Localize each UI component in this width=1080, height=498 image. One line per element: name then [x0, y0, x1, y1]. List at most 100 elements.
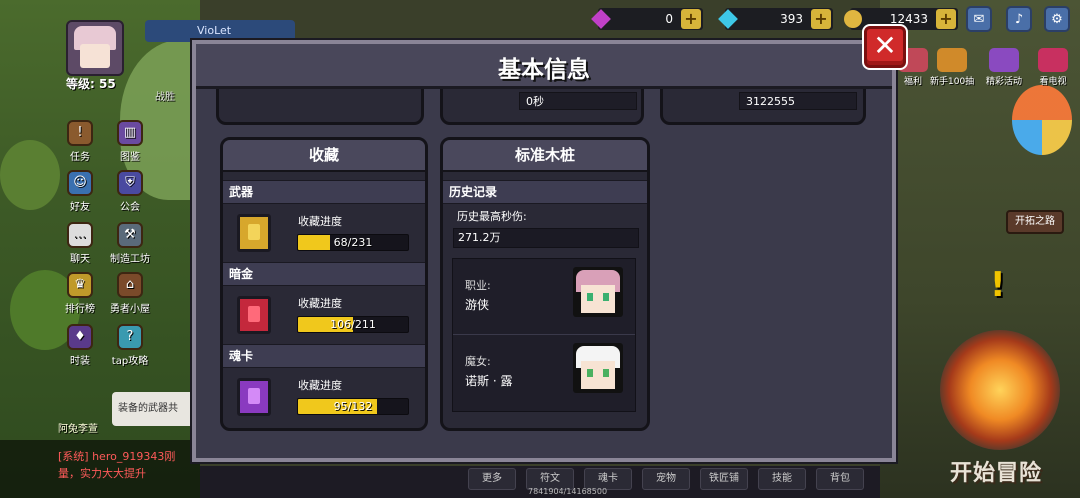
player-name: VioLet [145, 20, 295, 42]
sound-icon[interactable]: ♪ [1006, 6, 1032, 32]
ranger-portrait [573, 267, 623, 317]
exp-text: 7841904/14168500 [528, 487, 608, 496]
tab-backpack[interactable]: 背包 [816, 468, 864, 490]
add-gold-button[interactable]: + [936, 9, 956, 29]
portrait-eye [603, 369, 609, 377]
diamond-counter: 393 + [718, 8, 833, 30]
gold-value: 12433 [889, 12, 928, 26]
weapon-book-icon [237, 214, 271, 252]
newbie-draw-button[interactable]: 新手100抽 [930, 48, 974, 87]
section-weapons: 武器 [223, 180, 425, 204]
witch-row: 魔女: 诺斯 · 露 [453, 334, 635, 410]
max-dps-value: 271.2万 [453, 228, 639, 248]
events-button[interactable]: 精彩活动 [986, 48, 1022, 87]
max-dps-label: 历史最高秒伤: [457, 210, 527, 223]
progress-bar: 68/231 [297, 234, 409, 251]
diamond-value: 393 [780, 12, 803, 26]
chat-line: [系统] hero_919343刚 [58, 450, 176, 463]
progress-text: 68/231 [333, 236, 373, 249]
dialog-header: 基本信息 [196, 44, 892, 89]
progress-text: 106/211 [330, 318, 376, 331]
player-avatar[interactable] [66, 20, 124, 76]
pioneer-road-button[interactable]: 开拓之路 [1006, 210, 1064, 234]
dialog-body[interactable]: 0秒 3122555 收藏 武器 收藏进度 68/231 暗金 收藏进度 106… [196, 89, 892, 458]
guild-icon: ⛨ [117, 170, 143, 196]
training-dummy-panel: 标准木桩 历史记录 历史最高秒伤: 271.2万 职业: 游侠 魔女: 诺斯 ·… [440, 137, 650, 431]
menu-codex[interactable]: ▥ 图鉴 [112, 120, 148, 163]
book-emblem [248, 306, 260, 322]
tv-button[interactable]: 看电视 [1038, 48, 1068, 87]
victory-label: 战胜 [155, 92, 175, 103]
workshop-icon: ⚒ [117, 222, 143, 248]
progress-label: 收藏进度 [298, 379, 342, 392]
tree [0, 140, 60, 210]
purple-gem-counter: 0 + [591, 8, 703, 30]
tab-skills[interactable]: 技能 [758, 468, 806, 490]
collection-title: 收藏 [223, 140, 425, 172]
progress-label: 收藏进度 [298, 297, 342, 310]
close-button[interactable]: ✕ [864, 26, 906, 68]
settings-icon[interactable]: ⚙ [1044, 6, 1070, 32]
soul-cards-row[interactable]: 收藏进度 95/132 [223, 368, 425, 426]
gold-coin-icon [844, 10, 862, 28]
balloon [1012, 85, 1072, 155]
menu-guide[interactable]: ? tap攻略 [106, 324, 154, 367]
weapons-row[interactable]: 收藏进度 68/231 [223, 204, 425, 262]
adventure-portal[interactable] [940, 330, 1060, 450]
info-panel-top [216, 89, 424, 125]
class-row: 职业: 游侠 [453, 259, 635, 334]
quest-tip[interactable]: 装备的武器共 [112, 392, 196, 426]
number-field: 3122555 [739, 92, 857, 110]
chat-icon: … [67, 222, 93, 248]
dark-gold-row[interactable]: 收藏进度 106/211 [223, 286, 425, 344]
menu-house[interactable]: ⌂ 勇者小屋 [104, 272, 156, 315]
add-purple-gem-button[interactable]: + [681, 9, 701, 29]
progress-text: 95/132 [333, 400, 373, 413]
collection-panel: 收藏 武器 收藏进度 68/231 暗金 收藏进度 106/211 魂卡 收藏进… [220, 137, 428, 431]
progress-bar: 95/132 [297, 398, 409, 415]
book-emblem [248, 224, 260, 240]
chest-icon [937, 48, 968, 72]
add-diamond-button[interactable]: + [811, 9, 831, 29]
tv-icon [1038, 48, 1068, 72]
tab-more[interactable]: 更多 [468, 468, 516, 490]
info-panel-top: 0秒 [440, 89, 644, 125]
witch-portrait [573, 343, 623, 393]
codex-icon: ▥ [117, 120, 143, 146]
hero-info-box: 职业: 游侠 魔女: 诺斯 · 露 [452, 258, 636, 412]
dummy-title: 标准木桩 [443, 140, 647, 172]
progress-bar: 106/211 [297, 316, 409, 333]
start-adventure-button[interactable]: 开始冒险 [950, 455, 1042, 487]
house-icon: ⌂ [117, 272, 143, 298]
dialog-title: 基本信息 [498, 57, 590, 83]
tab-blacksmith[interactable]: 铁匠铺 [700, 468, 748, 490]
menu-chat[interactable]: … 聊天 [62, 222, 98, 265]
menu-guild[interactable]: ⛨ 公会 [112, 170, 148, 213]
portrait-eye [587, 369, 593, 377]
task-icon: ! [67, 120, 93, 146]
mail-icon[interactable]: ✉ [966, 6, 992, 32]
guide-icon: ? [117, 324, 143, 350]
menu-friends[interactable]: ☺ 好友 [62, 170, 98, 213]
tab-pets[interactable]: 宠物 [642, 468, 690, 490]
player-level: 等级: 55 [66, 77, 116, 91]
costume-icon: ♦ [67, 324, 93, 350]
progress-label: 收藏进度 [298, 215, 342, 228]
section-dark-gold: 暗金 [223, 262, 425, 286]
friends-icon: ☺ [67, 170, 93, 196]
dark-gold-book-icon [237, 296, 271, 334]
menu-ranking[interactable]: ♛ 排行榜 [58, 272, 102, 315]
basic-info-dialog: 基本信息 0秒 3122555 收藏 武器 收藏进度 68/231 暗金 收藏进… [192, 40, 896, 462]
class-label: 职业: [465, 279, 491, 292]
menu-costume[interactable]: ♦ 时装 [62, 324, 98, 367]
menu-workshop[interactable]: ⚒ 制造工坊 [104, 222, 156, 265]
witch-value: 诺斯 · 露 [465, 374, 513, 388]
menu-task[interactable]: ! 任务 [62, 120, 98, 163]
exclamation-icon[interactable]: ! [990, 265, 1006, 305]
class-value: 游侠 [465, 298, 490, 312]
star-icon [989, 48, 1019, 72]
trophy-icon: ♛ [67, 272, 93, 298]
soul-card-book-icon [237, 378, 271, 416]
book-emblem [248, 388, 260, 404]
chat-line: 量，实力大大提升 [58, 467, 146, 480]
